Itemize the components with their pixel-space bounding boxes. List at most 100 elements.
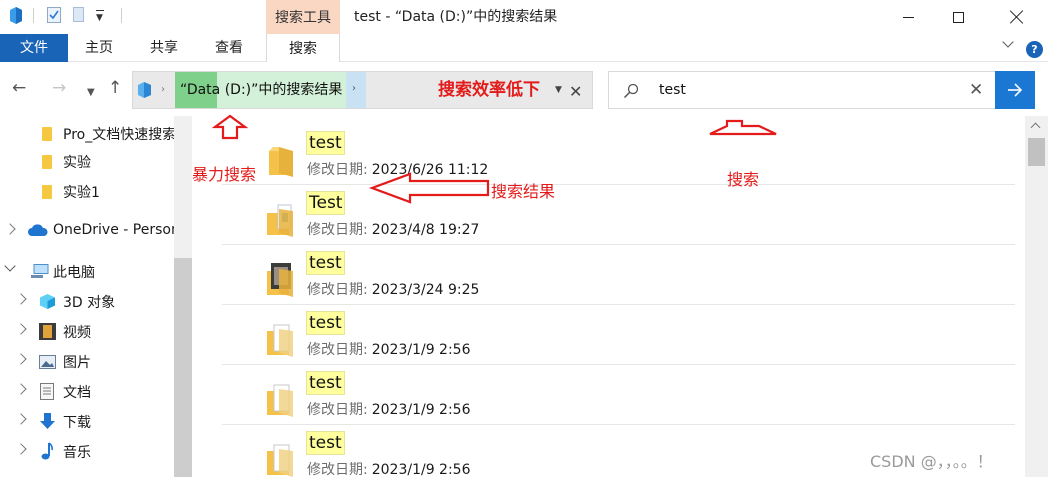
annotation-search-results: 搜索结果 bbox=[491, 182, 556, 201]
modified-date: 修改日期: 2023/6/26 11:12 bbox=[307, 159, 488, 179]
forward-button[interactable]: → bbox=[52, 80, 66, 97]
modified-date-label: 修改日期: bbox=[307, 162, 368, 178]
file-name[interactable]: Test bbox=[306, 191, 346, 215]
modified-date: 修改日期: 2023/1/9 2:56 bbox=[307, 339, 470, 359]
list-item[interactable]: test 修改日期: 2023/6/26 11:12 bbox=[222, 125, 1015, 185]
nav-item-music[interactable]: 音乐 bbox=[0, 437, 175, 467]
video-icon bbox=[39, 323, 56, 340]
search-input[interactable]: test ✕ bbox=[608, 71, 996, 109]
watermark: CSDN @，，。。！ bbox=[870, 452, 993, 471]
search-query[interactable]: test bbox=[659, 72, 686, 108]
nav-item-label: 下载 bbox=[63, 415, 91, 431]
navigation-pane: Pro_文档快速搜索 实验 实验1 OneDrive - Personal 此电… bbox=[0, 116, 193, 477]
search-go-button[interactable] bbox=[995, 71, 1035, 109]
maximize-button[interactable] bbox=[933, 0, 983, 34]
expand-icon[interactable] bbox=[15, 293, 27, 305]
file-name[interactable]: test bbox=[306, 251, 345, 275]
tab-view[interactable]: 查看 bbox=[215, 34, 243, 62]
folder-with-image-icon bbox=[267, 263, 293, 297]
app-icon[interactable] bbox=[9, 7, 23, 24]
navigation-pane-scroll-thumb[interactable] bbox=[174, 258, 192, 477]
folder-with-page-icon bbox=[267, 384, 293, 417]
folder-icon bbox=[42, 127, 52, 141]
results-scrollbar[interactable] bbox=[1025, 116, 1048, 477]
expand-icon[interactable] bbox=[15, 323, 27, 335]
quick-access-separator bbox=[121, 8, 122, 23]
address-bar[interactable]: › “Data (D:)”中的搜索结果 › 搜索效率低下 ▼ ✕ bbox=[132, 71, 593, 109]
chevron-right-icon: › bbox=[352, 83, 356, 94]
list-item[interactable]: test 修改日期: 2023/1/9 2:56 bbox=[222, 365, 1015, 425]
nav-item-label: OneDrive - Personal bbox=[53, 222, 175, 238]
computer-icon bbox=[31, 264, 49, 278]
help-icon[interactable]: ? bbox=[1026, 41, 1043, 58]
folder-with-file-icon bbox=[267, 204, 293, 237]
modified-date-label: 修改日期: bbox=[307, 282, 368, 298]
file-name[interactable]: test bbox=[306, 431, 345, 455]
expand-icon[interactable] bbox=[15, 413, 27, 425]
nav-item-label: 实验1 bbox=[63, 185, 100, 201]
file-name[interactable]: test bbox=[306, 131, 345, 155]
nav-item-pictures[interactable]: 图片 bbox=[0, 347, 175, 377]
list-item[interactable]: test 修改日期: 2023/1/9 2:56 bbox=[222, 305, 1015, 365]
recent-locations-button[interactable]: ▼ bbox=[87, 84, 95, 101]
modified-date: 修改日期: 2023/4/8 19:27 bbox=[307, 219, 479, 239]
nav-item-experiment[interactable]: 实验 bbox=[0, 147, 175, 177]
tab-file[interactable]: 文件 bbox=[0, 34, 68, 62]
breadcrumb[interactable]: “Data (D:)”中的搜索结果 bbox=[180, 72, 342, 108]
collapse-icon[interactable] bbox=[4, 260, 16, 272]
results-scroll-thumb[interactable] bbox=[1028, 138, 1045, 166]
modified-date-value: 2023/1/9 2:56 bbox=[371, 462, 471, 477]
expand-icon[interactable] bbox=[15, 353, 27, 365]
list-item[interactable]: test 修改日期: 2023/3/24 9:25 bbox=[222, 245, 1015, 305]
nav-item-onedrive[interactable]: OneDrive - Personal bbox=[0, 217, 175, 247]
document-icon bbox=[40, 383, 54, 400]
close-button[interactable] bbox=[992, 0, 1042, 34]
nav-item-3d-objects[interactable]: 3D 对象 bbox=[0, 287, 175, 317]
modified-date-label: 修改日期: bbox=[307, 462, 368, 477]
stop-search-icon[interactable]: ✕ bbox=[569, 82, 582, 101]
nav-item-documents[interactable]: 文档 bbox=[0, 377, 175, 407]
address-dropdown-icon[interactable]: ▼ bbox=[555, 85, 562, 95]
tab-search[interactable]: 搜索 bbox=[266, 34, 340, 63]
nav-item-label: 视频 bbox=[63, 325, 91, 341]
tab-home[interactable]: 主页 bbox=[85, 34, 113, 62]
nav-item-pro-search[interactable]: Pro_文档快速搜索 bbox=[0, 119, 175, 149]
file-name[interactable]: test bbox=[306, 311, 345, 335]
navigation-bar: ← → ▼ ↑ › “Data (D:)”中的搜索结果 › 搜索效率低下 ▼ ✕… bbox=[0, 62, 1048, 116]
modified-date-value: 2023/6/26 11:12 bbox=[371, 162, 489, 178]
folder-with-page-icon bbox=[267, 444, 293, 477]
breadcrumb-chevron[interactable]: › bbox=[346, 72, 366, 108]
nav-item-this-pc[interactable]: 此电脑 bbox=[0, 257, 175, 287]
nav-item-videos[interactable]: 视频 bbox=[0, 317, 175, 347]
search-results-list: test 修改日期: 2023/6/26 11:12 Test 修改日期: 2023… bbox=[193, 116, 1025, 477]
new-folder-icon[interactable] bbox=[73, 7, 84, 22]
list-item[interactable]: Test 修改日期: 2023/4/8 19:27 bbox=[222, 185, 1015, 245]
customize-quick-access-icon[interactable]: ▼ bbox=[96, 10, 104, 23]
expand-icon[interactable] bbox=[15, 383, 27, 395]
tab-share[interactable]: 共享 bbox=[150, 34, 178, 62]
nav-item-label: 此电脑 bbox=[53, 265, 95, 281]
download-icon bbox=[40, 413, 55, 429]
search-icon bbox=[623, 83, 639, 99]
annotation-brute-force: 暴力搜索 bbox=[192, 165, 257, 184]
modified-date-label: 修改日期: bbox=[307, 342, 368, 358]
up-button[interactable]: ↑ bbox=[108, 80, 122, 97]
chevron-down-icon[interactable] bbox=[1002, 38, 1014, 50]
breadcrumb-separator-icon[interactable]: › bbox=[161, 84, 165, 95]
nav-item-experiment1[interactable]: 实验1 bbox=[0, 177, 175, 207]
modified-date-label: 修改日期: bbox=[307, 222, 368, 238]
nav-item-label: 实验 bbox=[63, 155, 91, 171]
clear-search-icon[interactable]: ✕ bbox=[969, 80, 983, 100]
folder-icon bbox=[269, 147, 293, 177]
back-button[interactable]: ← bbox=[12, 80, 26, 97]
minimize-icon bbox=[902, 16, 914, 18]
properties-icon[interactable] bbox=[47, 7, 61, 23]
expand-icon[interactable] bbox=[15, 443, 27, 455]
music-icon bbox=[41, 442, 53, 460]
file-name[interactable]: test bbox=[306, 371, 345, 395]
modified-date-value: 2023/3/24 9:25 bbox=[371, 282, 480, 298]
annotation-search: 搜索 bbox=[727, 170, 760, 189]
nav-item-downloads[interactable]: 下载 bbox=[0, 407, 175, 437]
expand-icon[interactable] bbox=[4, 223, 16, 235]
minimize-button[interactable] bbox=[883, 0, 933, 34]
